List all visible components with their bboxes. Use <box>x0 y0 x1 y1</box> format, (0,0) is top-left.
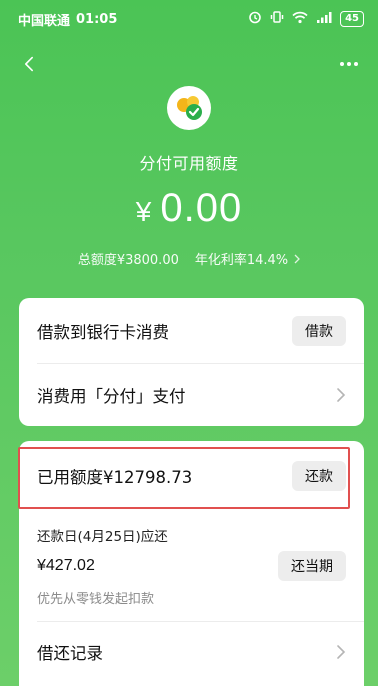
loan-options-card: 借款到银行卡消费 借款 消费用「分付」支付 <box>19 298 364 426</box>
available-limit-title: 分付可用额度 <box>139 154 239 173</box>
available-amount: ¥ 0.00 <box>136 186 242 231</box>
repayment-card: 已用额度¥12798.73 还款 还款日(4月25日)应还 ¥427.02 还当… <box>19 441 364 686</box>
due-date-row: 还款日(4月25日)应还 <box>37 525 346 545</box>
due-date-label: 还款日(4月25日)应还 <box>37 529 168 545</box>
fenfu-logo-icon <box>177 96 202 120</box>
more-button[interactable] <box>334 49 364 79</box>
chevron-left-icon <box>25 56 33 72</box>
used-limit-label: 已用额度¥12798.73 <box>37 468 193 487</box>
status-left: 中国联通 01:05 <box>18 10 117 29</box>
chevron-right-icon <box>294 254 301 263</box>
chevron-right-icon <box>337 645 346 659</box>
amount-value: 0.00 <box>160 186 243 230</box>
battery-icon: 45 <box>340 11 364 27</box>
status-bar: 中国联通 01:05 45 <box>0 0 378 38</box>
loan-button[interactable]: 借款 <box>292 316 346 346</box>
total-limit: 总额度¥3800.00 <box>77 253 179 268</box>
hint-row: 优先从零钱发起扣款 <box>37 587 346 607</box>
currency-symbol: ¥ <box>135 196 153 227</box>
fenfu-logo <box>167 86 211 130</box>
used-limit-row: 已用额度¥12798.73 还款 <box>37 459 346 493</box>
credit-summary: 分付可用额度 ¥ 0.00 总额度¥3800.00 年化利率14.4% <box>0 86 378 268</box>
limit-info: 总额度¥3800.00 年化利率14.4% <box>77 249 301 268</box>
repay-current-button[interactable]: 还当期 <box>278 551 346 581</box>
divider <box>37 363 364 364</box>
repay-button[interactable]: 还款 <box>292 461 346 491</box>
divider <box>37 621 364 622</box>
due-amount-row: ¥427.02 还当期 <box>37 549 346 583</box>
vibrate-icon <box>270 10 284 28</box>
records-row[interactable]: 借还记录 <box>37 635 346 669</box>
more-dots-icon <box>340 62 358 66</box>
loan-to-bank-label: 借款到银行卡消费 <box>37 323 169 342</box>
annual-rate-link[interactable]: 年化利率14.4% <box>194 249 301 268</box>
deduction-hint: 优先从零钱发起扣款 <box>37 591 155 607</box>
chevron-right-icon <box>337 388 346 402</box>
records-label: 借还记录 <box>37 644 103 663</box>
loan-to-bank-row: 借款到银行卡消费 借款 <box>37 314 346 348</box>
back-button[interactable] <box>14 49 44 79</box>
annual-rate: 年化利率14.4% <box>194 253 289 268</box>
signal-icon <box>316 11 332 28</box>
top-navigation <box>0 46 378 82</box>
alarm-icon <box>248 10 262 28</box>
status-time: 01:05 <box>76 11 118 27</box>
status-right: 45 <box>248 10 364 28</box>
due-amount: ¥427.02 <box>37 557 95 574</box>
pay-with-fenfu-label: 消费用「分付」支付 <box>37 387 186 406</box>
pay-with-fenfu-row[interactable]: 消费用「分付」支付 <box>37 378 346 412</box>
carrier-name: 中国联通 <box>18 13 71 29</box>
wifi-icon <box>292 11 308 28</box>
